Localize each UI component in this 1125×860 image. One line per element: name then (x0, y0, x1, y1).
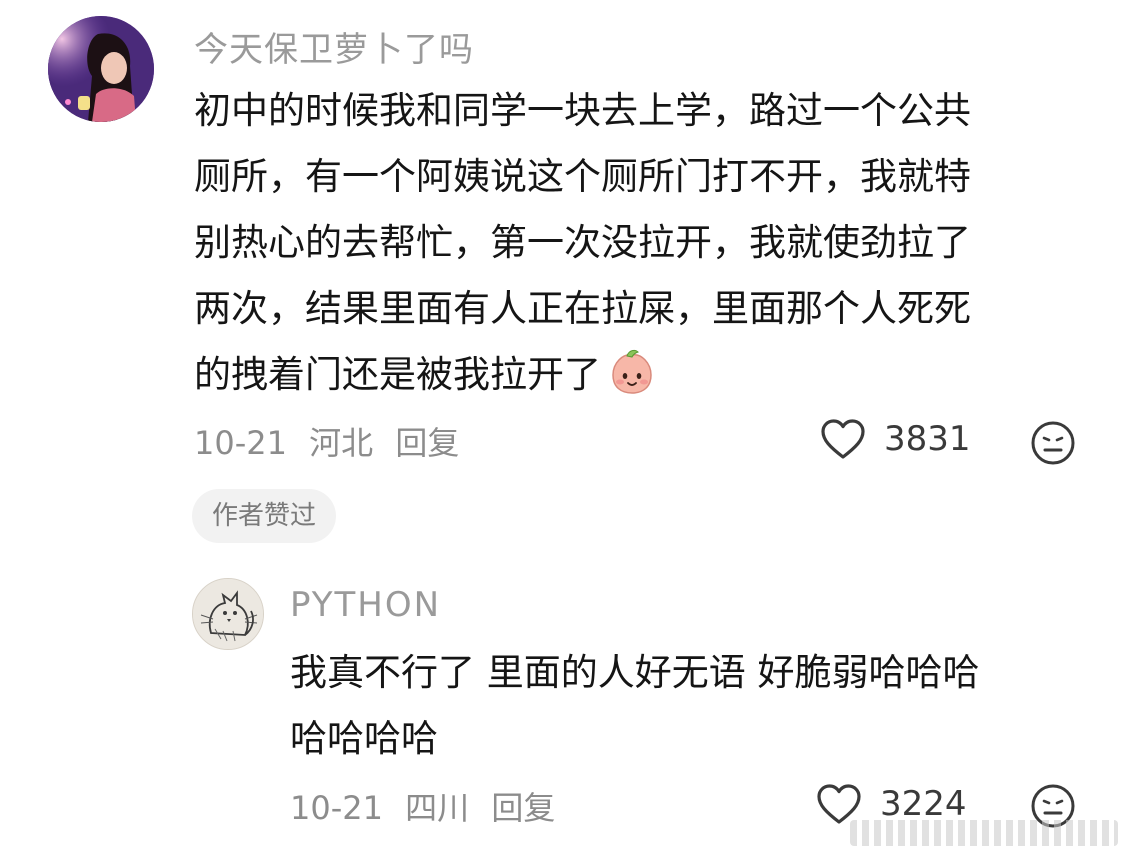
comment-body: 初中的时候我和同学一块去上学，路过一个公共 厕所，有一个阿姨说这个厕所门打不开，… (194, 78, 1074, 408)
comment-like-count: 3831 (884, 419, 971, 459)
comment-body-line: 厕所，有一个阿姨说这个厕所门打不开，我就特 (194, 155, 971, 198)
comment-body-line-last: 的拽着门还是被我拉开了 (194, 342, 1074, 408)
reply-body: 我真不行了 里面的人好无语 好脆弱哈哈哈 哈哈哈哈 (290, 640, 1090, 772)
neutral-face-icon[interactable] (1030, 420, 1076, 466)
heart-outline-icon (821, 419, 865, 459)
comment-body-line: 初中的时候我和同学一块去上学，路过一个公共 (194, 89, 971, 132)
replier-username[interactable]: PYTHON (290, 585, 441, 625)
comment-body-line: 别热心的去帮忙，第一次没拉开，我就使劲拉了 (194, 221, 971, 264)
replier-avatar[interactable] (192, 578, 264, 650)
reply-body-line: 哈哈哈哈 (290, 717, 438, 760)
reply-like-button[interactable]: 3224 (816, 783, 967, 825)
commenter-username[interactable]: 今天保卫萝卜了吗 (194, 22, 474, 71)
peach-face-emoji (612, 349, 652, 394)
comment-reply-button[interactable]: 回复 (395, 424, 459, 462)
comment-body-line: 两次，结果里面有人正在拉屎，里面那个人死死 (194, 287, 971, 330)
comment-body-line-text: 的拽着门还是被我拉开了 (194, 353, 601, 396)
comment-date: 10-21 (194, 424, 287, 462)
reply-date: 10-21 (290, 789, 383, 827)
comment-like-button[interactable]: 3831 (820, 418, 971, 460)
comment-location: 河北 (309, 424, 374, 462)
reply-meta: 10-21 四川 回复 (290, 783, 555, 829)
reply-reply-button[interactable]: 回复 (491, 789, 555, 827)
reply-body-line: 我真不行了 里面的人好无语 好脆弱哈哈哈 (290, 651, 980, 694)
heart-outline-icon (817, 784, 861, 824)
watermark-overlay (850, 820, 1118, 846)
reply-location: 四川 (405, 789, 470, 827)
reply-like-count: 3224 (880, 784, 967, 824)
comment-meta: 10-21 河北 回复 (194, 418, 459, 464)
author-liked-badge: 作者赞过 (192, 489, 337, 543)
commenter-avatar[interactable] (48, 16, 154, 122)
